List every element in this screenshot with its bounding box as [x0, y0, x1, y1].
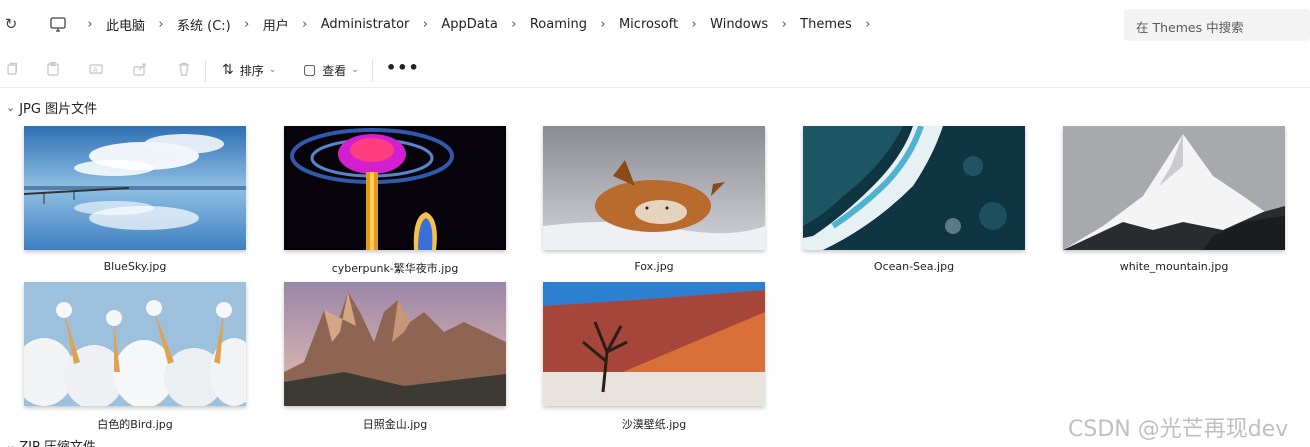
group-header-jpg[interactable]: ⌄ JPG 图片文件	[6, 98, 98, 117]
file-name: Fox.jpg	[634, 260, 674, 273]
view-icon: ▢	[303, 62, 317, 78]
group-header-zip[interactable]: ⌄ ZIP 压缩文件	[6, 436, 96, 447]
file-name: cyberpunk-繁华夜市.jpg	[331, 262, 459, 275]
breadcrumb-item[interactable]: 用户	[261, 15, 291, 34]
thumbnail-desert	[543, 282, 765, 406]
breadcrumb-item[interactable]: 此电脑	[104, 15, 147, 34]
group-header-label: ZIP 压缩文件	[19, 439, 96, 447]
file-tile[interactable]: white_mountain.jpg	[1063, 126, 1285, 273]
chevron-down-icon: ⌄	[6, 438, 16, 447]
thumbnail-ocean-sea	[803, 126, 1025, 250]
copy-icon[interactable]	[4, 61, 22, 79]
view-label: 查看	[322, 63, 347, 78]
more-options-button[interactable]: •••	[386, 58, 420, 77]
chevron-right-icon[interactable]: ›	[854, 17, 882, 32]
thumbnail-golden-mountain	[284, 282, 506, 406]
file-name: 日照金山.jpg	[362, 418, 428, 431]
chevron-right-icon[interactable]: ›	[589, 17, 617, 32]
file-tile[interactable]: 沙漠壁纸.jpg	[543, 282, 765, 432]
watermark: CSDN @光芒再现dev	[1068, 417, 1289, 442]
view-button[interactable]: ▢ 查看 ⌄	[303, 60, 359, 80]
chevron-down-icon: ⌄	[351, 65, 359, 75]
breadcrumb: › 此电脑 › 系统 (C:) › 用户 › Administrator › A…	[76, 14, 882, 34]
file-tile[interactable]: BlueSky.jpg	[24, 126, 246, 273]
breadcrumb-item[interactable]: 系统 (C:)	[175, 15, 233, 34]
breadcrumb-item[interactable]: AppData	[439, 17, 499, 32]
thumbnail-cyberpunk	[284, 126, 506, 250]
breadcrumb-item[interactable]: Microsoft	[617, 17, 680, 32]
file-name: 白色的Bird.jpg	[97, 418, 173, 431]
breadcrumb-item[interactable]: Themes	[798, 17, 854, 32]
chevron-down-icon: ⌄	[6, 100, 16, 114]
breadcrumb-item[interactable]: Roaming	[528, 17, 589, 32]
file-tile[interactable]: Fox.jpg	[543, 126, 765, 273]
thumbnail-white-bird	[24, 282, 246, 406]
file-name: white_mountain.jpg	[1119, 260, 1229, 273]
sort-button[interactable]: ⇅ 排序 ⌄	[222, 60, 276, 80]
chevron-right-icon[interactable]: ›	[147, 17, 175, 32]
svg-text:A: A	[93, 66, 98, 74]
chevron-right-icon[interactable]: ›	[291, 17, 319, 32]
paste-icon[interactable]	[45, 61, 63, 79]
address-bar: ↻ › 此电脑 › 系统 (C:) › 用户 › Administrator ›…	[0, 0, 1310, 48]
file-name: Ocean-Sea.jpg	[873, 260, 955, 273]
thumbnail-bluesky	[24, 126, 246, 250]
breadcrumb-item[interactable]: Administrator	[319, 17, 412, 32]
chevron-right-icon[interactable]: ›	[770, 17, 798, 32]
sort-label: 排序	[239, 63, 264, 78]
file-name: BlueSky.jpg	[103, 260, 167, 273]
this-pc-icon[interactable]	[48, 14, 68, 34]
thumbnail-white-mountain	[1063, 126, 1285, 250]
delete-icon[interactable]	[176, 61, 194, 79]
file-tile[interactable]: 白色的Bird.jpg	[24, 282, 246, 432]
sort-icon: ⇅	[222, 62, 234, 78]
file-name: 沙漠壁纸.jpg	[621, 418, 687, 431]
search-input[interactable]: 在 Themes 中搜索	[1124, 9, 1310, 41]
chevron-right-icon[interactable]: ›	[411, 17, 439, 32]
search-placeholder: 在 Themes 中搜索	[1136, 20, 1244, 35]
share-icon[interactable]	[132, 61, 150, 79]
breadcrumb-item[interactable]: Windows	[708, 17, 770, 32]
toolbar-divider	[205, 60, 206, 82]
chevron-right-icon[interactable]: ›	[76, 17, 104, 32]
chevron-right-icon[interactable]: ›	[680, 17, 708, 32]
chevron-right-icon[interactable]: ›	[233, 17, 261, 32]
file-tile[interactable]: cyberpunk-繁华夜市.jpg	[284, 126, 506, 276]
chevron-right-icon[interactable]: ›	[500, 17, 528, 32]
thumbnail-fox	[543, 126, 765, 250]
chevron-down-icon: ⌄	[268, 65, 277, 75]
command-bar: A ⇅ 排序 ⌄ ▢ 查看 ⌄ •••	[0, 52, 1310, 88]
file-tile[interactable]: 日照金山.jpg	[284, 282, 506, 432]
group-header-label: JPG 图片文件	[19, 101, 98, 117]
file-tile[interactable]: Ocean-Sea.jpg	[803, 126, 1025, 273]
refresh-icon[interactable]: ↻	[2, 14, 20, 34]
toolbar-divider	[372, 60, 373, 82]
rename-icon[interactable]: A	[88, 61, 106, 79]
